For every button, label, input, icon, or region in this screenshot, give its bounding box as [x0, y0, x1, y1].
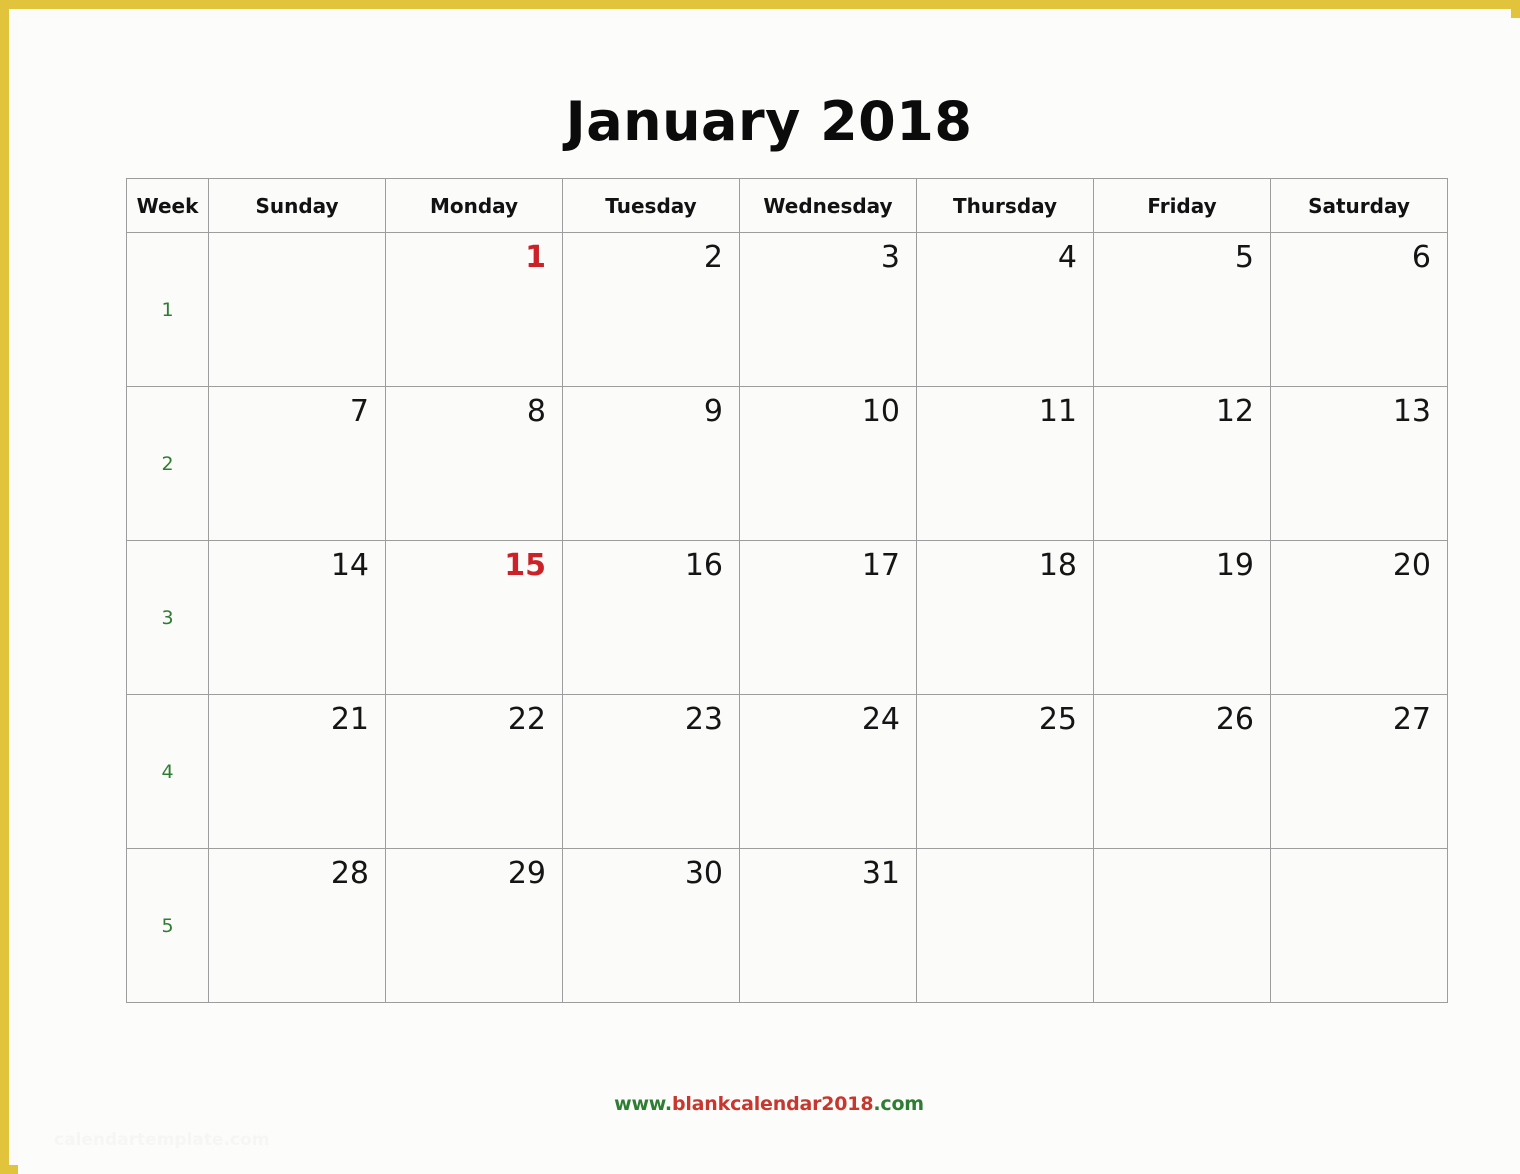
week-number-cell: 2 — [126, 386, 209, 541]
day-cell[interactable]: 26 — [1093, 694, 1271, 849]
day-number: 19 — [1215, 548, 1254, 583]
day-number — [209, 233, 385, 241]
day-number: 4 — [1057, 240, 1077, 275]
day-cell-empty[interactable] — [1093, 848, 1271, 1003]
day-cell[interactable]: 28 — [208, 848, 386, 1003]
day-cell[interactable]: 20 — [1270, 540, 1448, 695]
week-number-cell: 1 — [126, 232, 209, 387]
day-cell[interactable]: 9 — [562, 386, 740, 541]
calendar-table: Week Sunday Monday Tuesday Wednesday Thursday… — [126, 178, 1448, 1003]
footer-segment: .com — [873, 1093, 924, 1115]
day-number: 18 — [1038, 548, 1077, 583]
day-number: 7 — [349, 394, 369, 429]
calendar-week-row: 3 14 15 16 17 18 19 20 — [126, 540, 1448, 695]
day-number: 10 — [861, 394, 900, 429]
day-cell-empty[interactable] — [916, 848, 1094, 1003]
day-cell[interactable]: 21 — [208, 694, 386, 849]
column-header-monday: Monday — [385, 178, 563, 233]
day-number: 27 — [1392, 702, 1431, 737]
day-cell[interactable]: 6 — [1270, 232, 1448, 387]
calendar-week-row: 2 7 8 9 10 11 12 13 — [126, 386, 1448, 541]
day-cell[interactable]: 3 — [739, 232, 917, 387]
day-cell[interactable]: 2 — [562, 232, 740, 387]
page-title: January 2018 — [565, 90, 973, 153]
day-cell-empty[interactable] — [1270, 848, 1448, 1003]
day-number — [917, 849, 1093, 857]
day-number: 12 — [1215, 394, 1254, 429]
day-cell[interactable]: 8 — [385, 386, 563, 541]
day-cell-empty[interactable] — [208, 232, 386, 387]
week-number-cell: 5 — [126, 848, 209, 1003]
day-cell[interactable]: 17 — [739, 540, 917, 695]
day-number: 11 — [1038, 394, 1077, 429]
day-number: 16 — [684, 548, 723, 583]
day-number-holiday: 15 — [504, 548, 546, 583]
day-cell[interactable]: 14 — [208, 540, 386, 695]
day-cell[interactable]: 16 — [562, 540, 740, 695]
day-cell[interactable]: 24 — [739, 694, 917, 849]
day-cell[interactable]: 23 — [562, 694, 740, 849]
calendar-body: 1 1 2 3 4 5 6 2 7 8 9 10 11 12 13 3 14 15 16 17 18 19 20 4 21 22 2… — [126, 232, 1448, 1003]
day-number: 17 — [861, 548, 900, 583]
day-cell[interactable]: 29 — [385, 848, 563, 1003]
watermark-text: calendartemplate.com — [54, 1130, 270, 1150]
day-cell[interactable]: 27 — [1270, 694, 1448, 849]
footer-segment: blankcalendar2018 — [671, 1093, 874, 1115]
day-number — [1094, 849, 1270, 857]
day-cell[interactable]: 30 — [562, 848, 740, 1003]
day-cell[interactable]: 1 — [385, 232, 563, 387]
day-number: 25 — [1038, 702, 1077, 737]
calendar-week-row: 1 1 2 3 4 5 6 — [126, 232, 1448, 387]
column-header-tuesday: Tuesday — [562, 178, 740, 233]
day-number: 26 — [1215, 702, 1254, 737]
day-number: 29 — [507, 856, 546, 891]
day-cell[interactable]: 18 — [916, 540, 1094, 695]
day-number: 2 — [703, 240, 723, 275]
day-cell[interactable]: 25 — [916, 694, 1094, 849]
day-number: 22 — [507, 702, 546, 737]
day-cell[interactable]: 22 — [385, 694, 563, 849]
day-number: 31 — [861, 856, 900, 891]
footer-segment: www. — [614, 1093, 672, 1115]
column-header-saturday: Saturday — [1270, 178, 1448, 233]
column-header-week: Week — [126, 178, 209, 233]
day-cell[interactable]: 31 — [739, 848, 917, 1003]
day-number: 28 — [330, 856, 369, 891]
column-header-friday: Friday — [1093, 178, 1271, 233]
day-number: 14 — [330, 548, 369, 583]
calendar-week-row: 4 21 22 23 24 25 26 27 — [126, 694, 1448, 849]
day-cell[interactable]: 10 — [739, 386, 917, 541]
day-number: 24 — [861, 702, 900, 737]
day-number: 9 — [703, 394, 723, 429]
column-header-thursday: Thursday — [916, 178, 1094, 233]
day-number: 13 — [1392, 394, 1431, 429]
column-header-sunday: Sunday — [208, 178, 386, 233]
day-cell[interactable]: 7 — [208, 386, 386, 541]
day-cell[interactable]: 5 — [1093, 232, 1271, 387]
calendar-header-row: Week Sunday Monday Tuesday Wednesday Thursday… — [126, 178, 1448, 233]
day-cell[interactable]: 11 — [916, 386, 1094, 541]
day-cell[interactable]: 19 — [1093, 540, 1271, 695]
day-number: 23 — [684, 702, 723, 737]
day-cell[interactable]: 15 — [385, 540, 563, 695]
day-cell[interactable]: 12 — [1093, 386, 1271, 541]
day-number: 8 — [526, 394, 546, 429]
day-number: 30 — [684, 856, 723, 891]
day-number: 6 — [1411, 240, 1431, 275]
calendar-sheet: January 2018 Week Sunday Monday Tuesday Wedn… — [18, 18, 1520, 1174]
calendar-page: January 2018 Week Sunday Monday Tuesday Wedn… — [0, 0, 1520, 1174]
footer-website-link[interactable]: www.blankcalendar2018.com — [18, 1093, 1520, 1115]
column-header-wednesday: Wednesday — [739, 178, 917, 233]
day-number: 5 — [1234, 240, 1254, 275]
day-number: 3 — [880, 240, 900, 275]
day-number: 21 — [330, 702, 369, 737]
day-number — [1271, 849, 1447, 857]
day-cell[interactable]: 4 — [916, 232, 1094, 387]
day-number: 20 — [1392, 548, 1431, 583]
week-number-cell: 3 — [126, 540, 209, 695]
day-cell[interactable]: 13 — [1270, 386, 1448, 541]
week-number-cell: 4 — [126, 694, 209, 849]
day-number-holiday: 1 — [525, 240, 546, 275]
calendar-week-row: 5 28 29 30 31 — [126, 848, 1448, 1003]
